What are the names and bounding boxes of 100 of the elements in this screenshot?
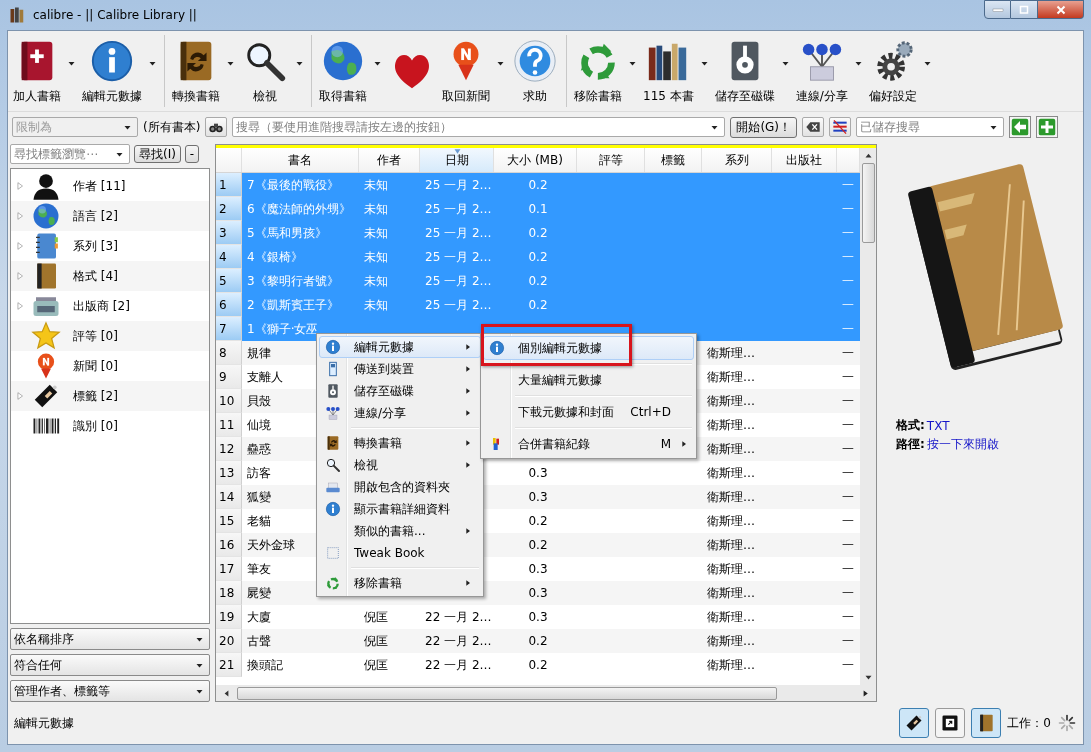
table-cell: 0.3 [528,490,548,504]
table-cell: 一 [842,632,854,650]
row-number: 15 [216,509,242,533]
table-cell: 7《最後的戰役》 [247,176,339,194]
table-cell: 22 一月 2… [425,656,492,674]
table-cell: 貝殼 [247,392,271,410]
table-cell: 一 [842,464,854,482]
table-cell: 1《獅子·女巫 [247,320,319,338]
table-cell: 0.2 [528,538,548,552]
table-cell: 一 [842,440,854,458]
table-cell: 25 一月 2… [425,224,492,242]
row-number: 3 [216,221,242,245]
table-cell: 蠱惑 [247,440,271,458]
table-cell: 衛斯理… [707,608,755,626]
table-cell: 一 [842,560,854,578]
table-cell: 衛斯理… [707,488,755,506]
table-cell: 0.2 [528,226,548,240]
table-cell: 倪匡 [364,608,388,626]
table-cell: 衛斯理… [707,584,755,602]
table-cell: 屍變 [247,584,271,602]
table-cell: 一 [842,584,854,602]
table-cell: 3《黎明行者號》 [247,272,339,290]
table-cell: 換頭記 [247,656,283,674]
table-cell: 一 [842,608,854,626]
table-cell: 25 一月 2… [425,200,492,218]
table-cell: 22 一月 2… [425,632,492,650]
row-number: 14 [216,485,242,509]
row-number: 9 [216,365,242,389]
table-cell: 0.3 [528,466,548,480]
scope-label: (所有書本) [143,118,201,136]
table-cell: 4《銀椅》 [247,248,303,266]
table-cell: 古聲 [247,632,271,650]
row-number: 19 [216,605,242,629]
table-cell: 大廈 [247,608,271,626]
table-cell: 0.2 [528,250,548,264]
table-cell: 一 [842,320,854,338]
table-cell: 一 [842,296,854,314]
row-number: 2 [216,197,242,221]
table-cell: 0.3 [528,562,548,576]
field-label: 路徑: [896,436,925,453]
table-cell: 25 一月 2… [425,296,492,314]
table-cell: 衛斯理… [707,512,755,530]
table-cell: 一 [842,536,854,554]
table-cell: 一 [842,416,854,434]
table-cell: 狐變 [247,488,271,506]
row-number: 18 [216,581,242,605]
row-number: 8 [216,341,242,365]
window-title: calibre - || Calibre Library || [33,8,197,22]
table-cell: 25 一月 2… [425,176,492,194]
table-cell: 衛斯理… [707,536,755,554]
field-label: 格式: [896,417,925,434]
table-cell: 0.2 [528,274,548,288]
row-number: 7 [216,317,242,341]
row-number: 6 [216,293,242,317]
row-number: 20 [216,629,242,653]
table-cell: 一 [842,200,854,218]
table-cell: 0.3 [528,586,548,600]
table-cell: 未知 [364,296,388,314]
row-number: 13 [216,461,242,485]
table-cell: 倪匡 [364,656,388,674]
table-cell: 訪客 [247,464,271,482]
table-cell: 25 一月 2… [425,248,492,266]
table-cell: 0.2 [528,178,548,192]
table-cell: 一 [842,656,854,674]
table-cell: 6《魔法師的外甥》 [247,200,351,218]
table-cell: 2《凱斯賓王子》 [247,296,339,314]
status-message: 編輯元數據 [14,714,74,732]
table-cell: 倪匡 [364,632,388,650]
table-cell: 0.2 [528,634,548,648]
row-number: 17 [216,557,242,581]
table-cell: 未知 [364,272,388,290]
table-cell: 衛斯理… [707,632,755,650]
table-cell: 衛斯理… [707,464,755,482]
table-cell: 一 [842,248,854,266]
table-cell: 老貓 [247,512,271,530]
table-cell: 0.2 [528,658,548,672]
table-cell: 一 [842,272,854,290]
row-number: 11 [216,413,242,437]
table-cell: 支離人 [247,368,283,386]
table-cell: 0.1 [528,202,548,216]
table-cell: 衛斯理… [707,392,755,410]
table-cell: 衛斯理… [707,416,755,434]
row-number: 4 [216,245,242,269]
table-cell: 衛斯理… [707,656,755,674]
row-number: 10 [216,389,242,413]
table-cell: 未知 [364,248,388,266]
table-cell: 規律 [247,344,271,362]
table-cell: 一 [842,368,854,386]
row-number: 21 [216,653,242,677]
table-cell: 5《馬和男孩》 [247,224,327,242]
row-number: 12 [216,437,242,461]
table-cell: 衛斯理… [707,344,755,362]
row-number: 16 [216,533,242,557]
table-cell: 一 [842,512,854,530]
table-cell: 0.3 [528,610,548,624]
table-cell: 一 [842,344,854,362]
table-cell: 衛斯理… [707,368,755,386]
row-number: 1 [216,173,242,197]
table-cell: 25 一月 2… [425,272,492,290]
table-cell: 一 [842,224,854,242]
